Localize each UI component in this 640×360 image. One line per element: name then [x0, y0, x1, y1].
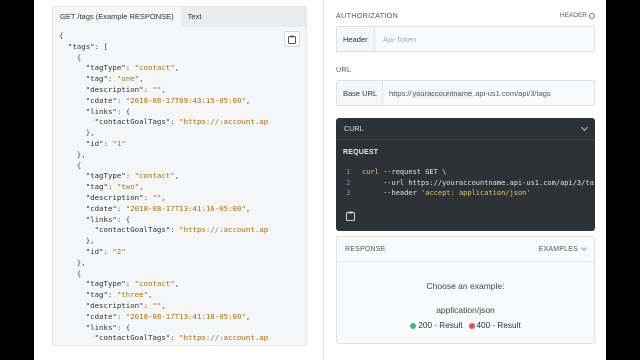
code-line: "tagType": "contact",	[85, 171, 180, 181]
response-200-label: 200 - Result	[418, 321, 463, 330]
code-line: "tagType": "contact",	[85, 63, 180, 73]
api-token-input[interactable]: Api-Token	[375, 35, 416, 44]
curl-line: 1 curl --request GET \	[346, 168, 447, 176]
code-line: "contactGoalTags": "https://:account.ap	[94, 333, 269, 343]
header-toggle-label: HEADER	[559, 12, 587, 19]
account-name-input[interactable]: youraccountname	[411, 88, 474, 98]
code-line: "cdate": "2018-08-17T09:43:15-05:00",	[85, 95, 251, 105]
response-400-label: 400 - Result	[476, 321, 521, 330]
choose-example-text: Choose an example:	[426, 281, 505, 291]
code-line: "contactGoalTags": "https://:account.ap	[94, 225, 269, 235]
base-url-value[interactable]: https://youraccountname.api-us1.com/api/…	[383, 88, 551, 98]
status-dot-green	[410, 322, 417, 329]
code-line: "id": "1"	[85, 138, 126, 148]
request-label: REQUEST	[343, 149, 379, 156]
code-line: },	[59, 344, 306, 345]
response-tabs: GET /tags (Example RESPONSE) Text	[53, 7, 306, 27]
code-line: },	[59, 257, 86, 267]
status-dot-red	[468, 322, 475, 329]
curl-code-block: 1 curl --request GET \ 2 --url https://you…	[346, 167, 594, 199]
code-line: "tags": [	[67, 41, 108, 51]
authorization-title: AUTHORIZATION	[336, 11, 399, 20]
code-line: "links": {	[85, 322, 131, 332]
curl-panel: CURL REQUEST 1 curl --request GET \ 2 --ur…	[336, 118, 595, 231]
chevron-down-icon[interactable]	[580, 123, 589, 131]
clipboard-icon[interactable]	[346, 211, 355, 221]
code-line: "links": {	[85, 214, 131, 224]
curl-line: 2 --url https://youraccountname.api-us1.…	[346, 178, 594, 187]
header-toggle[interactable]: HEADER	[560, 12, 595, 19]
response-200-button[interactable]: 200 - Result	[410, 321, 463, 330]
base-url-field: Base URL https://youraccountname.api-us1…	[336, 80, 595, 106]
code-line: "contactGoalTags": "https://:account.ap	[94, 117, 269, 127]
code-line: {	[59, 52, 82, 62]
response-400-button[interactable]: 400 - Result	[468, 321, 521, 330]
examples-dropdown[interactable]: EXAMPLES	[538, 245, 587, 253]
code-line: "description": "",	[85, 192, 166, 202]
code-line: "cdate": "2018-08-17T13:41:18-05:00",	[85, 311, 251, 321]
response-codes: 200 - Result 400 - Result	[337, 321, 594, 330]
base-url-prefix: https://	[389, 88, 412, 98]
curl-title: CURL	[344, 124, 364, 133]
json-code-block: { "tags": [ { "tagType": "contact", "tag…	[53, 27, 306, 345]
url-title: URL	[336, 65, 352, 74]
code-line: },	[59, 128, 95, 138]
mime-type: application/json	[436, 305, 495, 315]
header-field: Header Api-Token	[336, 26, 595, 52]
code-line: "description": "",	[85, 300, 166, 310]
code-line: "cdate": "2018-08-17T13:41:16-05:00",	[85, 203, 251, 213]
code-line: },	[59, 149, 86, 159]
code-line: {	[59, 268, 82, 278]
code-line: {	[59, 31, 64, 40]
info-icon	[589, 12, 595, 19]
code-line: "tag": "one",	[85, 74, 144, 84]
code-line: "description": "",	[85, 84, 166, 94]
request-panel: AUTHORIZATION HEADER Header Api-Token UR…	[336, 0, 595, 360]
clipboard-icon	[288, 35, 296, 44]
response-header: RESPONSE EXAMPLES	[337, 237, 594, 262]
code-line: },	[59, 236, 95, 246]
chevron-down-icon	[581, 245, 587, 251]
code-line: "id": "2"	[85, 246, 126, 256]
response-title: RESPONSE	[345, 245, 386, 253]
tab-text[interactable]: Text	[181, 7, 209, 27]
response-panel: RESPONSE EXAMPLES Choose an example: app…	[336, 236, 595, 344]
response-example-panel: GET /tags (Example RESPONSE) Text { "tag…	[52, 6, 307, 346]
code-line: "tagType": "contact",	[85, 279, 180, 289]
tab-example-response[interactable]: GET /tags (Example RESPONSE)	[53, 7, 181, 27]
code-line: "links": {	[85, 106, 131, 116]
copy-button[interactable]	[284, 31, 300, 47]
curl-header[interactable]: CURL	[336, 118, 595, 140]
base-url-suffix: .api-us1.com/api/3/tags	[473, 88, 551, 98]
panel-divider	[323, 0, 324, 360]
base-url-label: Base URL	[337, 81, 383, 105]
examples-label: EXAMPLES	[538, 245, 578, 253]
code-line: "tag": "two",	[85, 182, 144, 192]
code-line: "tag": "three",	[85, 290, 153, 300]
code-line: {	[59, 160, 82, 170]
header-label: Header	[337, 27, 375, 51]
curl-line: 3 --header 'accept: application/json'	[346, 189, 531, 197]
